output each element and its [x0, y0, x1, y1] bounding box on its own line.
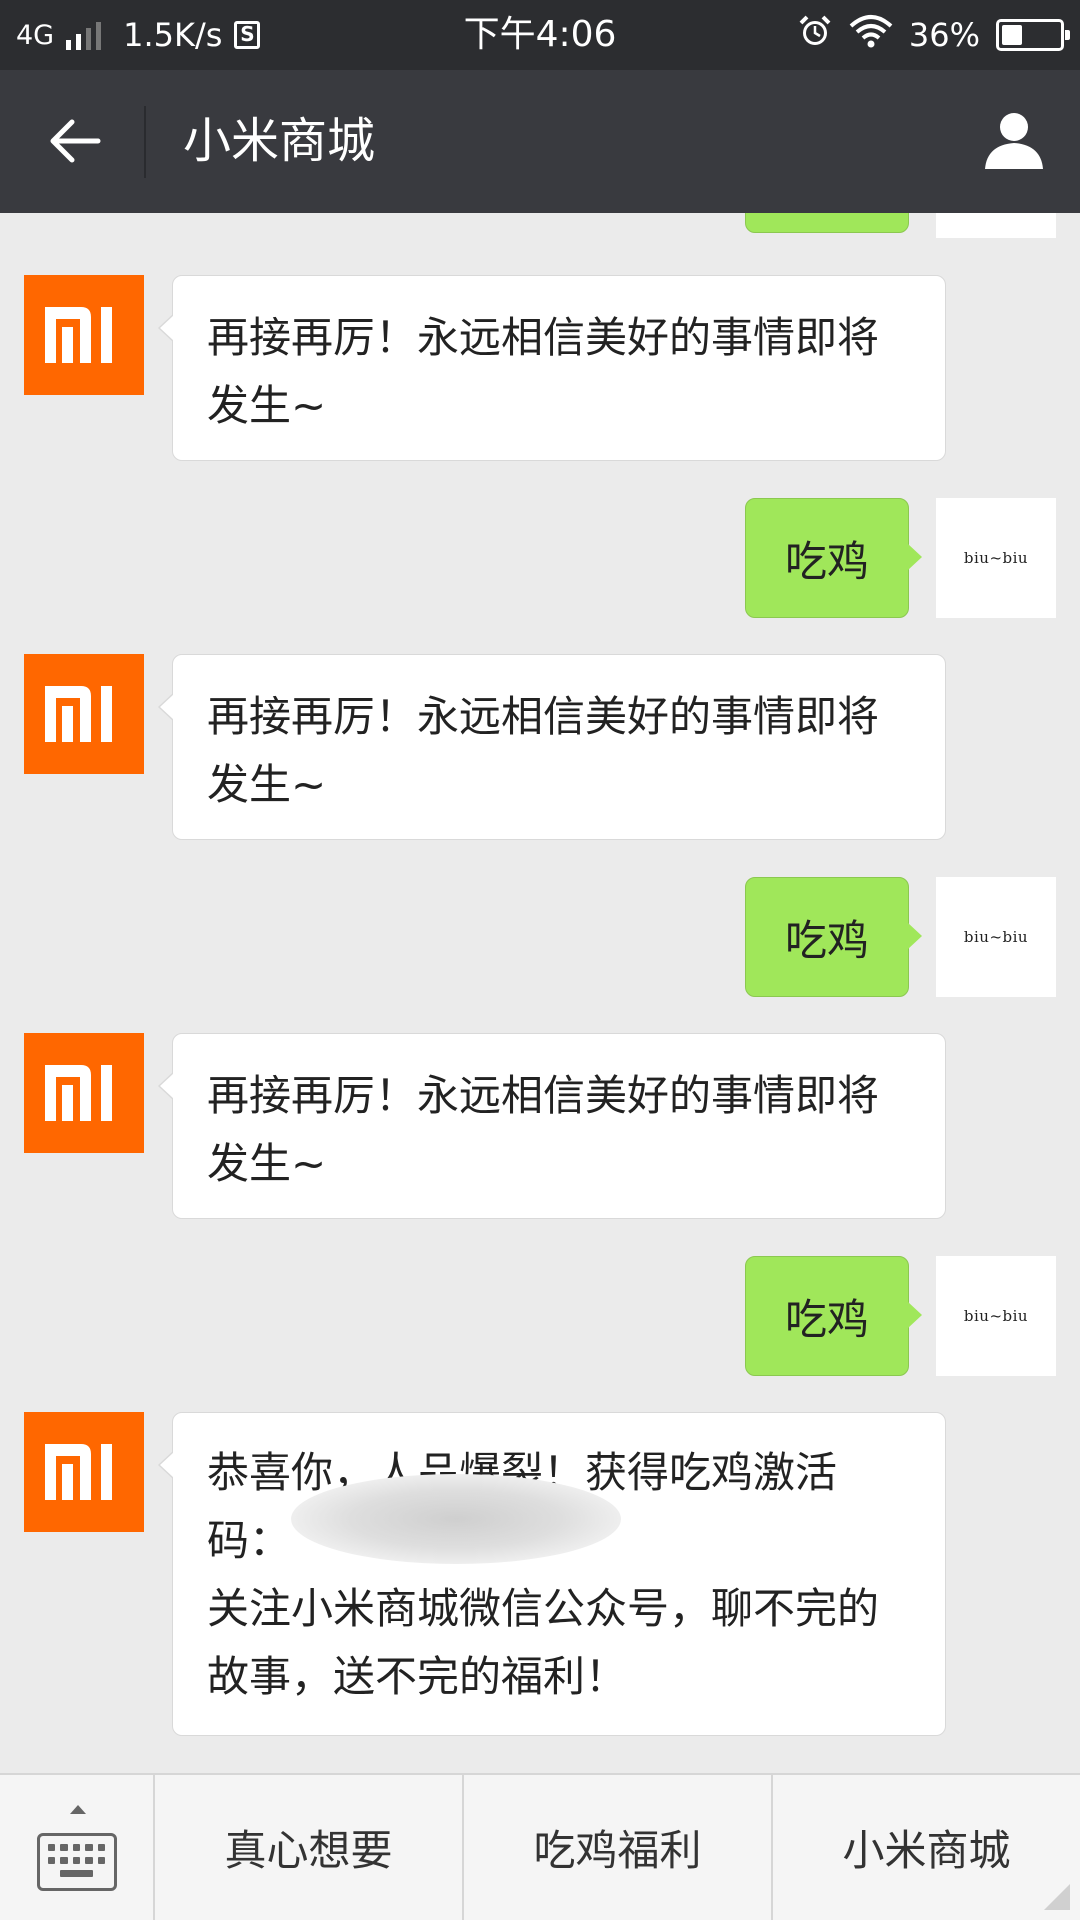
reward-line-3: 关注小米商城微信公众号，聊不完的故事，送不完的福利！: [207, 1584, 880, 1701]
my-avatar[interactable]: biu~biu: [936, 877, 1056, 997]
caret-up-icon: [70, 1805, 86, 1814]
status-left: 4G 1.5K/s S: [16, 0, 261, 70]
mi-avatar[interactable]: [24, 1412, 144, 1532]
battery-percent: 36%: [908, 16, 980, 54]
network-speed: 1.5K/s: [123, 16, 223, 54]
chat-area[interactable]: 再接再厉！永远相信美好的事情即将发生~ 吃鸡 biu~biu 再接再厉！永远相信…: [0, 213, 1080, 1773]
keyboard-icon: [36, 1832, 117, 1891]
user-icon: [985, 113, 1043, 169]
profile-button[interactable]: [974, 100, 1054, 180]
back-button[interactable]: [30, 106, 120, 176]
header-divider: [144, 106, 146, 178]
prev-out-bubble-fragment: [745, 213, 909, 233]
status-right: 36%: [797, 0, 1070, 70]
outgoing-message[interactable]: 吃鸡: [745, 498, 922, 618]
prev-avatar-fragment: [936, 213, 1056, 238]
incoming-message-reward[interactable]: 恭喜你，人品爆裂！获得吃鸡激活 码： 关注小米商城微信公众号，聊不完的故事，送不…: [158, 1412, 946, 1736]
redacted-code: [291, 1473, 622, 1564]
battery-level: [1002, 25, 1023, 45]
menu-item-want[interactable]: 真心想要: [155, 1775, 464, 1920]
menu-item-chicken-benefit[interactable]: 吃鸡福利: [464, 1775, 773, 1920]
keyboard-toggle-button[interactable]: [0, 1775, 155, 1920]
my-avatar[interactable]: biu~biu: [936, 498, 1056, 618]
mi-logo-icon: [45, 1065, 112, 1121]
mi-logo-icon: [45, 1444, 112, 1500]
network-type: 4G: [16, 19, 55, 51]
status-bar: 4G 1.5K/s S 下午4:06 36%: [0, 0, 1080, 70]
mi-logo-icon: [45, 686, 112, 742]
signal-icon: [66, 20, 102, 50]
mi-avatar[interactable]: [24, 275, 144, 395]
mi-avatar[interactable]: [24, 1033, 144, 1153]
mi-logo-icon: [45, 307, 112, 363]
menu-item-label: 小米商城: [842, 1826, 1011, 1875]
menu-item-mi-store[interactable]: 小米商城: [773, 1775, 1080, 1920]
reward-code-label: 码：: [207, 1516, 292, 1565]
wifi-icon: [849, 14, 893, 56]
outgoing-message[interactable]: 吃鸡: [745, 1256, 922, 1376]
back-arrow-icon: [50, 119, 101, 163]
chat-header: 小米商城: [0, 70, 1080, 213]
outgoing-message[interactable]: 吃鸡: [745, 877, 922, 997]
battery-icon: [996, 19, 1070, 51]
bottom-menu: 真心想要 吃鸡福利 小米商城: [0, 1773, 1080, 1920]
chat-title: 小米商城: [183, 113, 376, 169]
submenu-corner-icon: [1044, 1884, 1070, 1910]
incoming-message[interactable]: 再接再厉！永远相信美好的事情即将发生~: [158, 275, 946, 461]
my-avatar[interactable]: biu~biu: [936, 1256, 1056, 1376]
alarm-icon: [797, 13, 833, 57]
incoming-message[interactable]: 再接再厉！永远相信美好的事情即将发生~: [158, 1033, 946, 1219]
s-notification-icon: S: [234, 21, 261, 49]
reward-code-line: 码：: [207, 1473, 915, 1575]
incoming-message[interactable]: 再接再厉！永远相信美好的事情即将发生~: [158, 654, 946, 840]
mi-avatar[interactable]: [24, 654, 144, 774]
